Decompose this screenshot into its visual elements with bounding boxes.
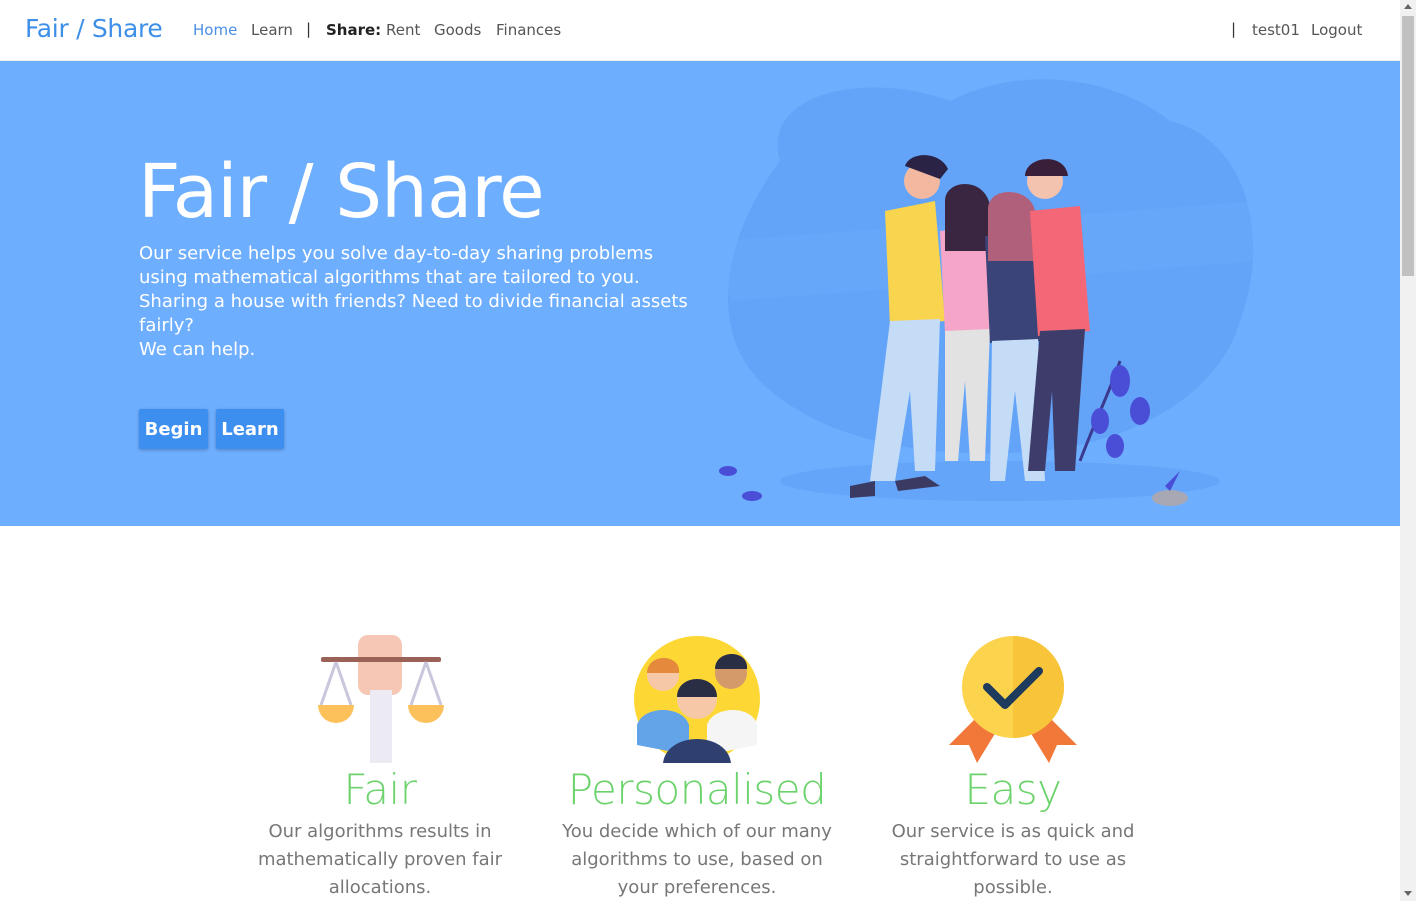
- nav-separator-right: |: [1231, 20, 1237, 38]
- nav-username[interactable]: test01: [1252, 21, 1300, 39]
- hero-section: Fair / Share Our service helps you solve…: [0, 61, 1400, 526]
- hero-title: Fair / Share: [138, 149, 545, 235]
- people-icon: [634, 636, 760, 763]
- page-scrollbar[interactable]: [1400, 0, 1416, 901]
- nav-share-label: Share:: [326, 21, 382, 39]
- nav-home[interactable]: Home: [193, 21, 237, 39]
- nav-separator: |: [306, 20, 312, 38]
- friends-group-illustration: [719, 79, 1260, 506]
- scroll-up-arrow-icon[interactable]: [1404, 4, 1412, 9]
- feature-personalised: Personalised You decide which of our man…: [547, 635, 847, 902]
- feature-fair: Fair Our algorithms results in mathemati…: [230, 635, 530, 902]
- hero-description: Our service helps you solve day-to-day s…: [139, 242, 699, 362]
- begin-button[interactable]: Begin: [139, 409, 208, 449]
- medal-icon: [949, 636, 1077, 763]
- navbar: Fair / Share Home Learn | Share: Rent Go…: [0, 0, 1400, 61]
- nav-goods[interactable]: Goods: [434, 21, 481, 39]
- scrollbar-thumb[interactable]: [1402, 16, 1414, 276]
- nav-learn[interactable]: Learn: [251, 21, 293, 39]
- nav-logout[interactable]: Logout: [1311, 21, 1362, 39]
- scales-icon: [318, 635, 444, 763]
- feature-easy: Easy Our service is as quick and straigh…: [863, 635, 1163, 902]
- feature-text: Our service is as quick and straightforw…: [891, 821, 1135, 898]
- feature-title: Personalised: [567, 765, 827, 814]
- brand-logo[interactable]: Fair / Share: [25, 14, 163, 43]
- scroll-down-arrow-icon[interactable]: [1404, 891, 1412, 896]
- hero-text-line: Our service helps you solve day-to-day s…: [139, 243, 688, 336]
- hero-text-line: We can help.: [139, 339, 256, 360]
- feature-title: Fair: [343, 765, 417, 814]
- feature-text: You decide which of our many algorithms …: [562, 821, 832, 898]
- learn-button[interactable]: Learn: [216, 409, 284, 449]
- feature-title: Easy: [964, 765, 1062, 814]
- nav-finances[interactable]: Finances: [496, 21, 561, 39]
- nav-rent[interactable]: Rent: [386, 21, 420, 39]
- feature-text: Our algorithms results in mathematically…: [257, 821, 503, 898]
